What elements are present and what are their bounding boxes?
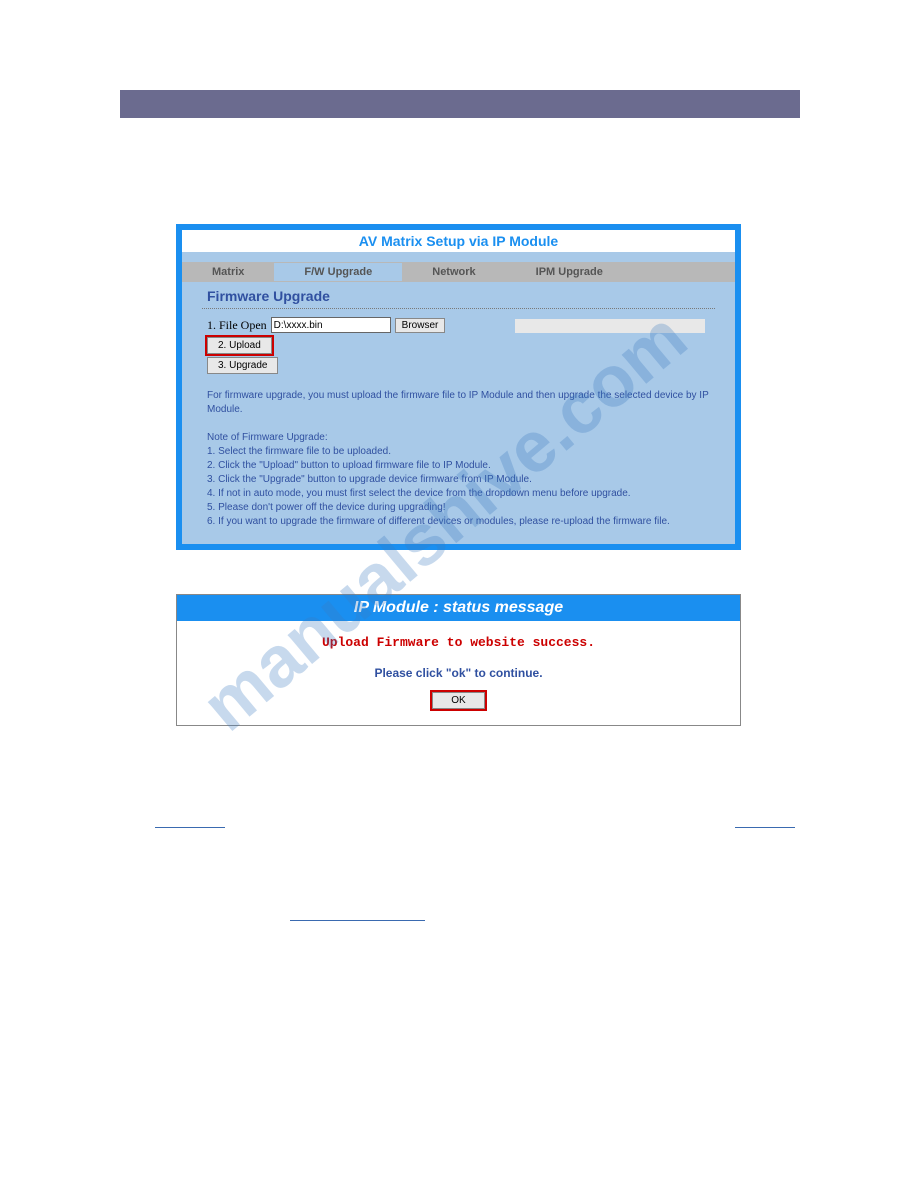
note-6: 6. If you want to upgrade the firmware o…	[207, 515, 710, 529]
divider	[202, 308, 715, 309]
file-path-input[interactable]	[271, 317, 391, 333]
note-title: Note of Firmware Upgrade:	[207, 431, 710, 445]
tab-matrix[interactable]: Matrix	[182, 263, 274, 281]
tab-fw-upgrade[interactable]: F/W Upgrade	[274, 263, 402, 281]
panel-content: Matrix F/W Upgrade Network IPM Upgrade F…	[182, 252, 735, 544]
note-5: 5. Please don't power off the device dur…	[207, 501, 710, 515]
link-underline-2	[735, 827, 795, 828]
instruction-intro: For firmware upgrade, you must upload th…	[207, 389, 710, 417]
section-title: Firmware Upgrade	[207, 288, 735, 304]
firmware-upgrade-panel: AV Matrix Setup via IP Module Matrix F/W…	[176, 224, 741, 550]
status-title: IP Module : status message	[177, 595, 740, 621]
upload-button[interactable]: 2. Upload	[207, 337, 272, 354]
status-instruction: Please click "ok" to continue.	[177, 666, 740, 680]
note-4: 4. If not in auto mode, you must first s…	[207, 487, 710, 501]
browser-button[interactable]: Browser	[395, 318, 446, 333]
status-message-text: Upload Firmware to website success.	[177, 635, 740, 650]
tab-network[interactable]: Network	[402, 263, 505, 281]
panel-title: AV Matrix Setup via IP Module	[182, 230, 735, 252]
status-body: Upload Firmware to website success. Plea…	[177, 621, 740, 725]
note-3: 3. Click the "Upgrade" button to upgrade…	[207, 473, 710, 487]
note-1: 1. Select the firmware file to be upload…	[207, 445, 710, 459]
instructions-block: For firmware upgrade, you must upload th…	[207, 389, 710, 529]
tab-ipm-upgrade[interactable]: IPM Upgrade	[506, 263, 633, 281]
progress-bar	[515, 319, 705, 333]
tab-bar: Matrix F/W Upgrade Network IPM Upgrade	[182, 262, 735, 282]
ok-button[interactable]: OK	[432, 692, 484, 709]
header-purple-bar	[120, 90, 800, 118]
upgrade-button[interactable]: 3. Upgrade	[207, 357, 278, 374]
link-underline-3	[290, 920, 425, 921]
link-underline-1	[155, 827, 225, 828]
file-open-label: 1. File Open	[207, 318, 267, 333]
note-2: 2. Click the "Upload" button to upload f…	[207, 459, 710, 473]
status-message-panel: IP Module : status message Upload Firmwa…	[176, 594, 741, 726]
